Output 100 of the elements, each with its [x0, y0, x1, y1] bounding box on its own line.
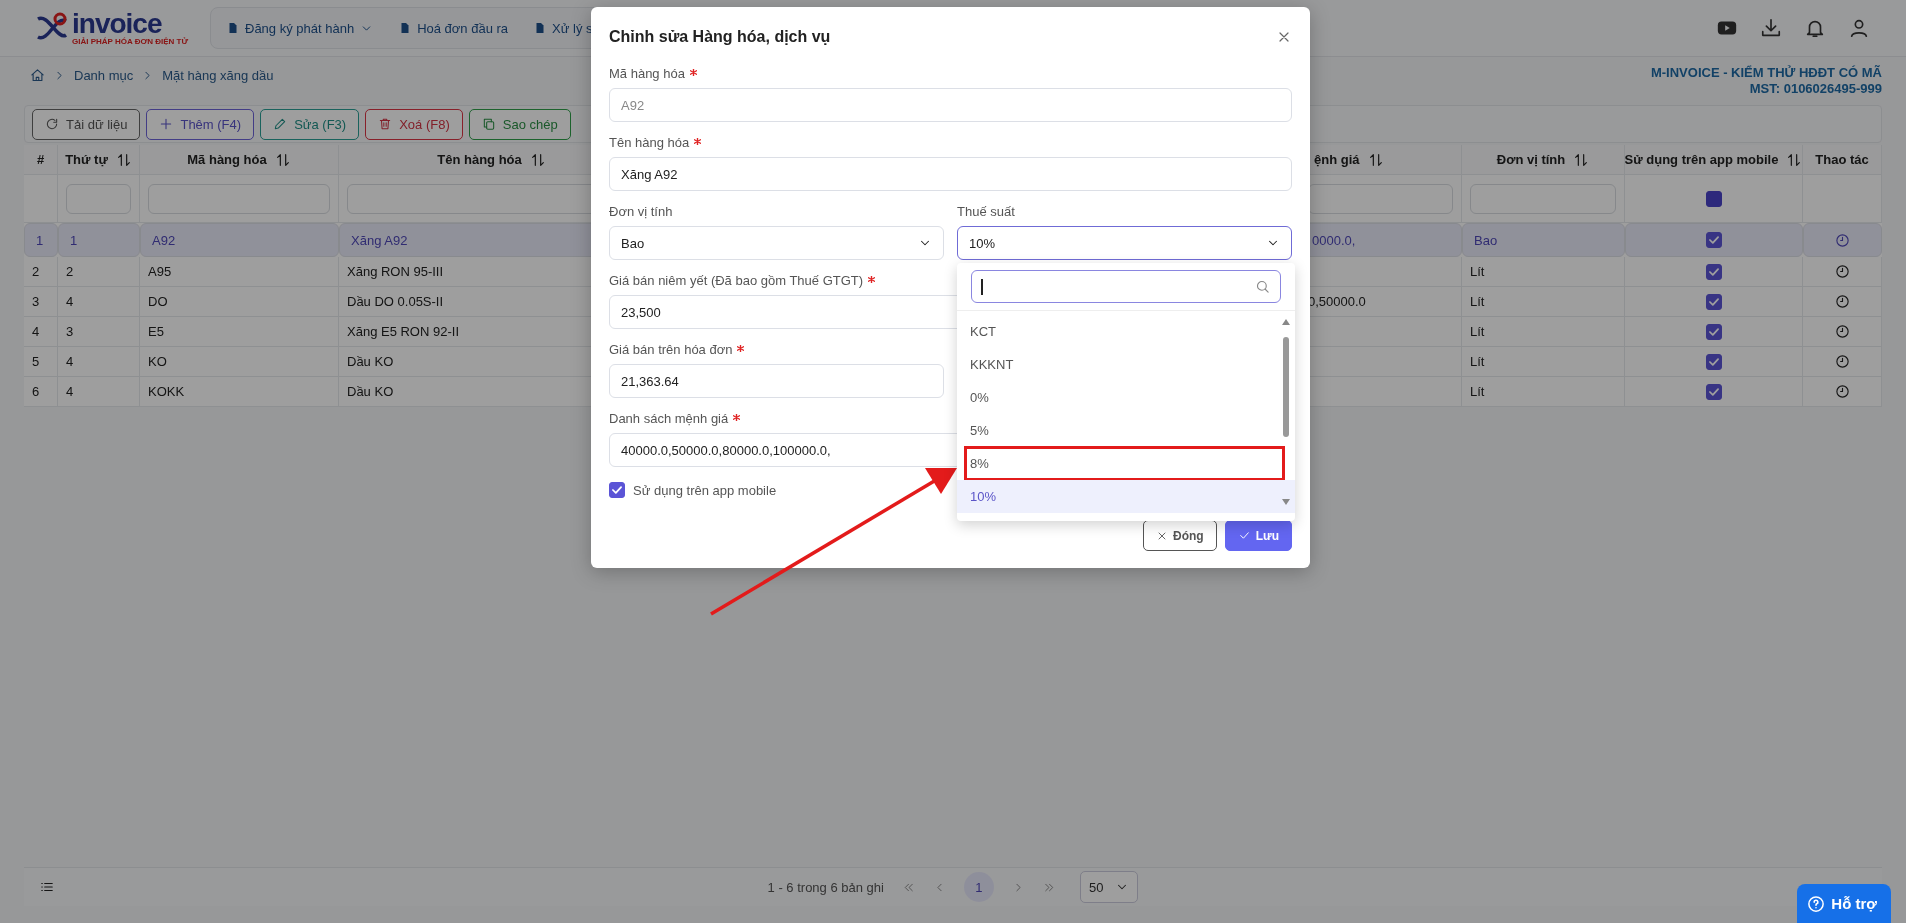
page-size-select[interactable]: 50: [1079, 871, 1139, 903]
toolbar-button[interactable]: Sửa (F3): [260, 108, 360, 140]
toolbar-button[interactable]: Sao chép: [468, 108, 571, 140]
checkbox[interactable]: [1705, 383, 1722, 400]
column-header: Mã hàng hóa: [187, 152, 267, 167]
document-icon: [399, 21, 412, 35]
search-field[interactable]: [971, 270, 1281, 303]
column-header: Thứ tự: [65, 152, 108, 167]
sort-icon[interactable]: [115, 151, 132, 168]
toolbar-button[interactable]: Tải dữ liệu: [32, 108, 141, 140]
trash-icon: [378, 117, 393, 131]
table-cell: A92: [140, 223, 339, 257]
document-icon: [227, 21, 239, 35]
download-icon: [1760, 17, 1782, 39]
clock-icon: [1834, 324, 1850, 339]
help-button[interactable]: Hỗ trợ: [1797, 884, 1891, 923]
table-cell: 2: [24, 257, 58, 287]
dropdown-option[interactable]: 0%: [957, 381, 1279, 414]
clock-icon: [1834, 354, 1850, 369]
checkbox[interactable]: [1705, 263, 1722, 280]
copy-icon: [481, 117, 496, 131]
clock-icon: [1835, 232, 1850, 248]
table-cell: 3: [58, 317, 140, 347]
clock-icon: [1834, 294, 1850, 309]
filter-field[interactable]: [1308, 183, 1453, 214]
field-label: Danh sách mệnh giá: [609, 411, 729, 427]
breadcrumb-link[interactable]: Mặt hàng xăng dầu: [162, 67, 274, 83]
select-field[interactable]: 10%: [957, 226, 1292, 260]
scrollbar[interactable]: [1281, 317, 1291, 507]
table-cell: 4: [58, 347, 140, 377]
plus-icon: [159, 117, 174, 131]
nav-link[interactable]: Đăng ký phát hành: [227, 20, 374, 36]
sort-icon[interactable]: [1367, 151, 1384, 168]
column-header: Thao tác: [1815, 152, 1869, 167]
checkbox[interactable]: [609, 482, 625, 498]
logo-text: invoice: [72, 10, 162, 37]
text-cursor: [981, 278, 983, 295]
table-cell: 5: [24, 347, 58, 377]
table-cell: KO: [140, 347, 339, 377]
list-icon: [40, 880, 54, 894]
field-label: Mã hàng hóa: [609, 66, 685, 82]
input-field[interactable]: Xăng A92: [609, 157, 1292, 191]
dialog-button[interactable]: Đóng: [1143, 520, 1217, 551]
select-field[interactable]: Bao: [609, 226, 944, 260]
sort-icon[interactable]: [1573, 151, 1590, 168]
search-icon: [1255, 279, 1270, 294]
pencil-icon: [273, 117, 288, 131]
column-header: ệnh giá: [1314, 152, 1360, 167]
table-cell: 1: [24, 223, 58, 257]
sort-icon[interactable]: [1786, 151, 1802, 168]
filter-field[interactable]: [148, 183, 330, 214]
table-cell: 4: [58, 377, 140, 407]
sort-icon[interactable]: [529, 151, 546, 168]
reload-icon: [45, 117, 59, 131]
column-header: Sử dụng trên app mobile: [1625, 152, 1779, 167]
field-label: Thuế suất: [957, 204, 1015, 220]
nav-link[interactable]: Hoá đơn đầu ra: [399, 20, 509, 36]
column-header: Đơn vị tính: [1496, 152, 1566, 167]
user-icon: [1848, 17, 1870, 39]
logo-tagline: GIẢI PHÁP HÓA ĐƠN ĐIỆN TỬ: [72, 36, 189, 46]
sort-icon[interactable]: [274, 151, 291, 168]
filter-field[interactable]: [66, 183, 131, 214]
question-icon: [1807, 894, 1826, 913]
dropdown-option[interactable]: KKKNT: [957, 348, 1279, 381]
table-cell: Lít: [1462, 347, 1625, 377]
toolbar-button[interactable]: Xoá (F8): [365, 108, 463, 140]
filter-checkbox[interactable]: [1705, 190, 1722, 207]
input-field[interactable]: 21,363.64: [609, 364, 944, 398]
table-cell: 6: [24, 377, 58, 407]
breadcrumb-link[interactable]: Danh mục: [74, 67, 134, 83]
column-header: Tên hàng hóa: [437, 152, 522, 167]
table-cell: 4: [58, 287, 140, 317]
check-icon: [1237, 529, 1251, 542]
check-icon: [1707, 233, 1721, 247]
table-cell: Lít: [1462, 377, 1625, 407]
checkbox[interactable]: [1705, 293, 1722, 310]
table-cell: KOKK: [140, 377, 339, 407]
checkbox-label: Sử dụng trên app mobile: [633, 482, 777, 498]
table-cell: E5: [140, 317, 339, 347]
filter-field[interactable]: [1470, 183, 1616, 214]
table-cell: Lít: [1462, 317, 1625, 347]
tax-id: MST: 0106026495-999: [1748, 81, 1882, 97]
dialog-button[interactable]: Lưu: [1224, 520, 1292, 551]
dropdown-option[interactable]: 10%: [957, 480, 1295, 513]
company-name: M-INVOICE - KIỂM THỬ HĐĐT CÓ MÃ: [1650, 65, 1882, 81]
checkbox[interactable]: [1705, 323, 1722, 340]
record-summary: 1 - 6 trong 6 bản ghi: [767, 879, 884, 895]
field-label: Tên hàng hóa: [609, 135, 690, 151]
home-icon: [30, 67, 45, 83]
table-cell: Bao: [1462, 223, 1625, 257]
table-cell: DO: [140, 287, 339, 317]
page-button[interactable]: 1: [963, 872, 994, 902]
table-cell: 2: [58, 257, 140, 287]
toolbar-button[interactable]: Thêm (F4): [146, 108, 255, 140]
checkbox[interactable]: [1705, 353, 1722, 370]
table-cell: Lít: [1462, 257, 1625, 287]
checkbox[interactable]: [1706, 232, 1722, 248]
table-cell: 1: [58, 223, 140, 257]
document-icon: [534, 21, 547, 35]
field-label: Đơn vị tính: [609, 204, 673, 220]
